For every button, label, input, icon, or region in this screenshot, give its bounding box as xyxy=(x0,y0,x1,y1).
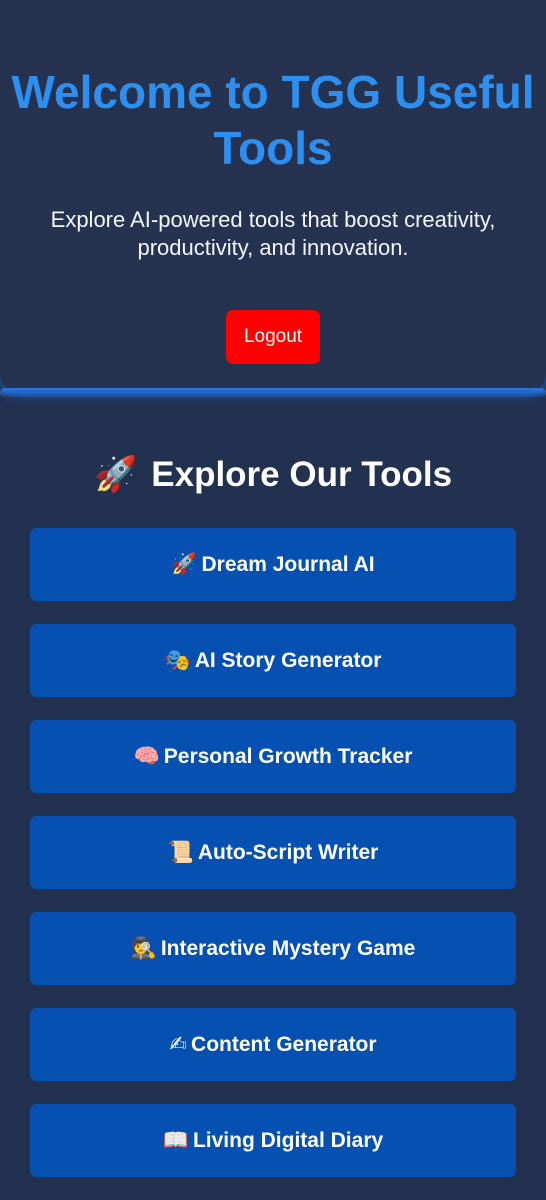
theater-masks-icon: 🎭 xyxy=(164,648,191,672)
hero-header: Welcome to TGG Useful Tools Explore AI-p… xyxy=(0,0,546,392)
tool-label: Interactive Mystery Game xyxy=(160,937,416,960)
tool-button-story-generator[interactable]: 🎭 AI Story Generator xyxy=(30,624,516,697)
scroll-icon: 📜 xyxy=(167,840,194,864)
tool-label: Content Generator xyxy=(191,1033,377,1056)
page: Welcome to TGG Useful Tools Explore AI-p… xyxy=(0,0,546,1200)
rocket-icon: 🚀 xyxy=(93,455,138,495)
tool-button-mystery-game[interactable]: 🕵 Interactive Mystery Game xyxy=(30,912,516,985)
open-book-icon: 📖 xyxy=(162,1128,189,1152)
page-subtitle: Explore AI-powered tools that boost crea… xyxy=(50,207,496,260)
tool-label: AI Story Generator xyxy=(194,649,382,672)
logout-button[interactable]: Logout xyxy=(226,310,320,364)
tool-label: Auto-Script Writer xyxy=(197,841,379,864)
tool-button-digital-diary[interactable]: 📖 Living Digital Diary xyxy=(30,1104,516,1177)
tool-label: Dream Journal AI xyxy=(201,553,375,576)
tool-list: 🚀 Dream Journal AI 🎭 AI Story Generator 🧠 P… xyxy=(30,528,516,1200)
tool-button-script-writer[interactable]: 📜 Auto-Script Writer xyxy=(30,816,516,889)
hero-glow-divider xyxy=(0,388,546,398)
writing-hand-icon: ✍ xyxy=(169,1032,188,1056)
tool-button-content-generator[interactable]: ✍ Content Generator xyxy=(30,1008,516,1081)
tool-button-growth-tracker[interactable]: 🧠 Personal Growth Tracker xyxy=(30,720,516,793)
tool-label: Living Digital Diary xyxy=(192,1129,384,1152)
tool-button-dream-journal[interactable]: 🚀 Dream Journal AI xyxy=(30,528,516,601)
rocket-icon: 🚀 xyxy=(171,552,198,576)
detective-icon: 🕵 xyxy=(130,936,157,960)
tools-heading: 🚀 Explore Our Tools xyxy=(0,452,546,498)
brain-icon: 🧠 xyxy=(133,744,160,768)
tool-label: Personal Growth Tracker xyxy=(163,745,413,768)
tools-heading-label: Explore Our Tools xyxy=(151,455,453,494)
page-title: Welcome to TGG Useful Tools xyxy=(11,66,535,174)
